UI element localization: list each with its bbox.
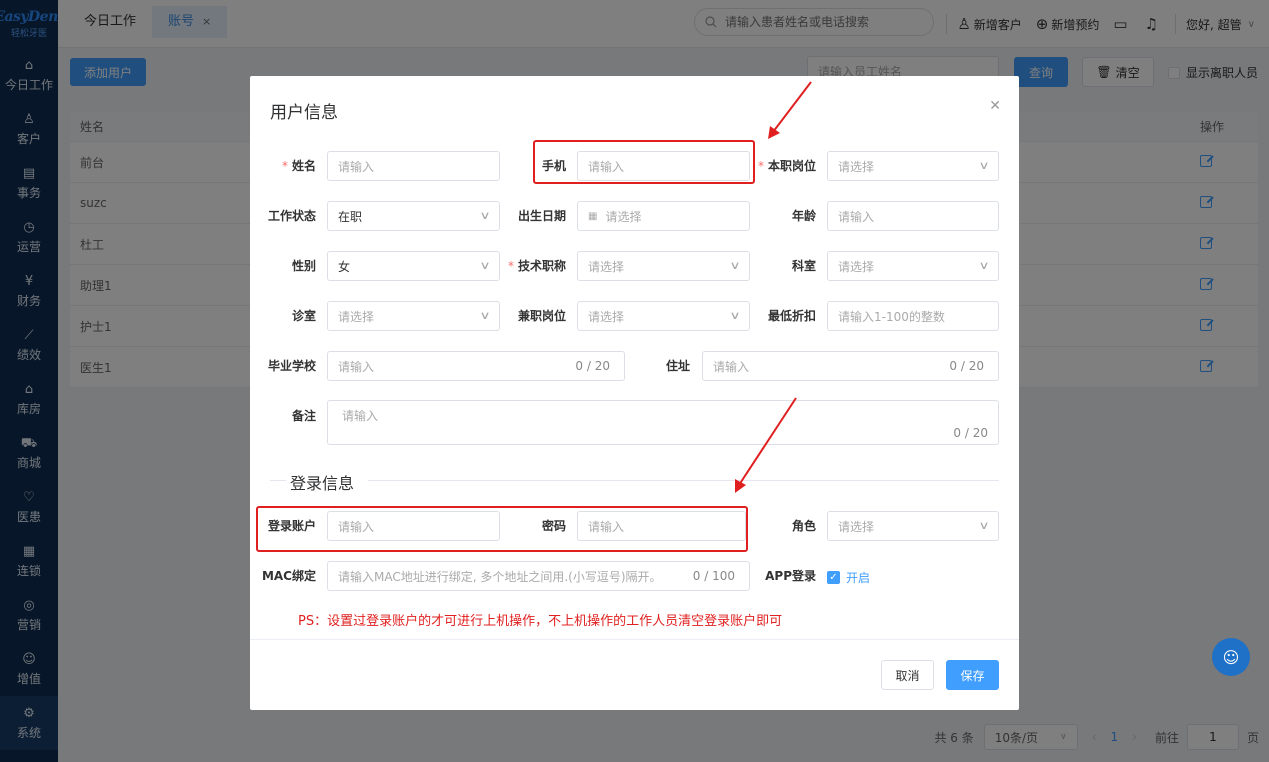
annotation-arrows: [735, 81, 812, 493]
arrow-head-phone: [768, 126, 780, 139]
arrow-line-login: [738, 397, 797, 486]
arrow-line-phone: [772, 81, 812, 133]
